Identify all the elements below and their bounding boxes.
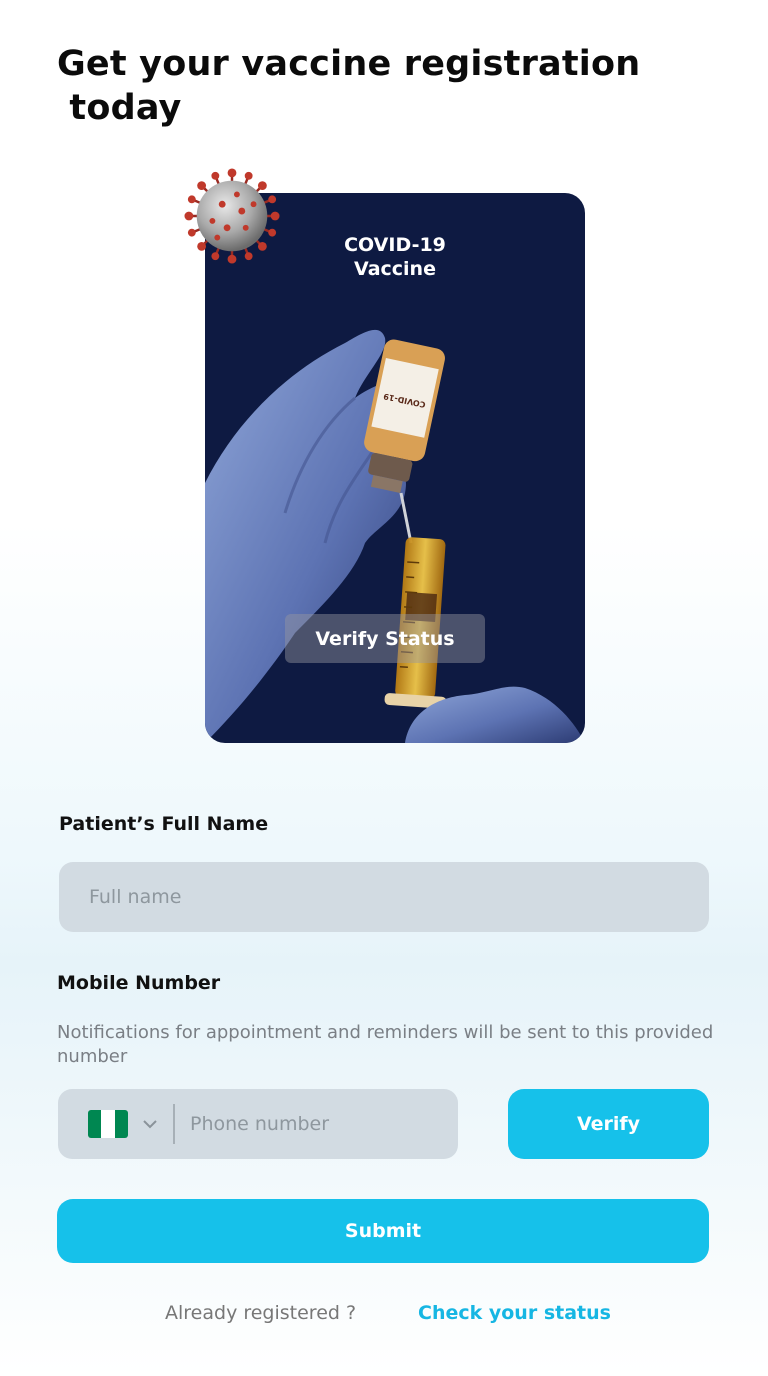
full-name-input[interactable] [59,862,709,932]
vaccine-syringe-illustration: COVID-19 [205,329,585,743]
full-name-label: Patient’s Full Name [59,813,269,835]
divider [173,1104,175,1144]
chevron-down-icon[interactable] [142,1116,158,1132]
verify-status-button[interactable]: Verify Status [285,614,485,663]
mobile-number-label: Mobile Number [57,972,221,994]
nigeria-flag-icon[interactable] [88,1110,128,1138]
submit-button[interactable]: Submit [57,1199,709,1263]
coronavirus-icon [184,168,280,264]
phone-number-field [58,1089,458,1159]
phone-number-input[interactable] [190,1099,440,1149]
already-registered-text: Already registered ? [165,1302,357,1324]
check-status-link[interactable]: Check your status [418,1302,611,1324]
mobile-number-hint: Notifications for appointment and remind… [57,1022,714,1067]
vaccine-card: COVID-19 Vaccine COVID-19 Verify Status [205,193,585,743]
verify-button[interactable]: Verify [508,1089,709,1159]
page-title: Get your vaccine registration today [57,44,641,128]
